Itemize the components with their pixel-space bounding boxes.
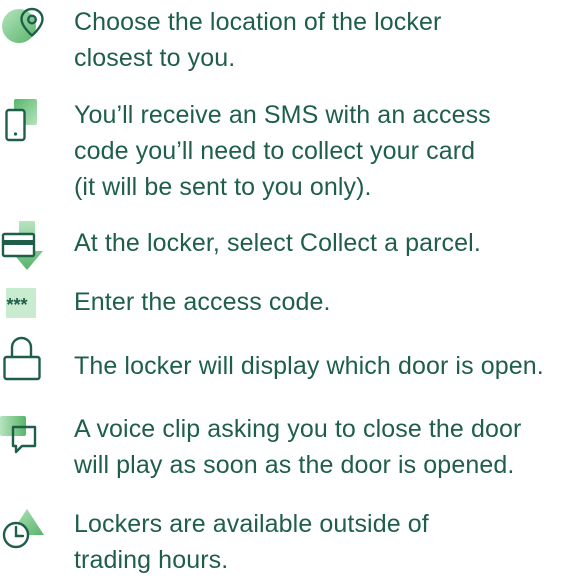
password-icon: *** — [0, 284, 56, 340]
step-line: Lockers are available outside of — [74, 510, 429, 538]
step-text: Choose the location of the locker closes… — [74, 4, 587, 76]
clock-icon — [0, 505, 56, 561]
card-icon — [0, 221, 56, 277]
step-line: trading hours. — [74, 546, 229, 574]
step-line: code you’ll need to collect your card — [74, 137, 476, 165]
speech-bubble-icon — [0, 414, 56, 470]
step-text: You’ll receive an SMS with an access cod… — [74, 97, 587, 205]
step-line: (it will be sent to you only). — [74, 173, 372, 201]
step-line: will play as soon as the door is opened. — [74, 451, 515, 479]
step-text: Lockers are available outside of trading… — [74, 506, 587, 578]
step-line: At the locker, select Collect a parcel. — [74, 229, 481, 257]
step-text: At the locker, select Collect a parcel. — [74, 225, 587, 261]
step-line: A voice clip asking you to close the doo… — [74, 415, 522, 443]
step-line: You’ll receive an SMS with an access — [74, 101, 491, 129]
step-line: Enter the access code. — [74, 288, 331, 316]
locker-steps-list: Choose the location of the locker closes… — [0, 0, 587, 574]
password-asterisks: *** — [6, 295, 27, 315]
step-text: Enter the access code. — [74, 284, 587, 320]
step-text: A voice clip asking you to close the doo… — [74, 411, 587, 483]
step-line: The locker will display which door is op… — [74, 352, 544, 380]
padlock-icon — [0, 333, 56, 389]
mobile-phone-icon — [0, 99, 56, 155]
location-pin-icon — [0, 0, 56, 56]
step-line: closest to you. — [74, 44, 236, 72]
step-line: Choose the location of the locker — [74, 8, 442, 36]
step-text: The locker will display which door is op… — [74, 348, 587, 384]
